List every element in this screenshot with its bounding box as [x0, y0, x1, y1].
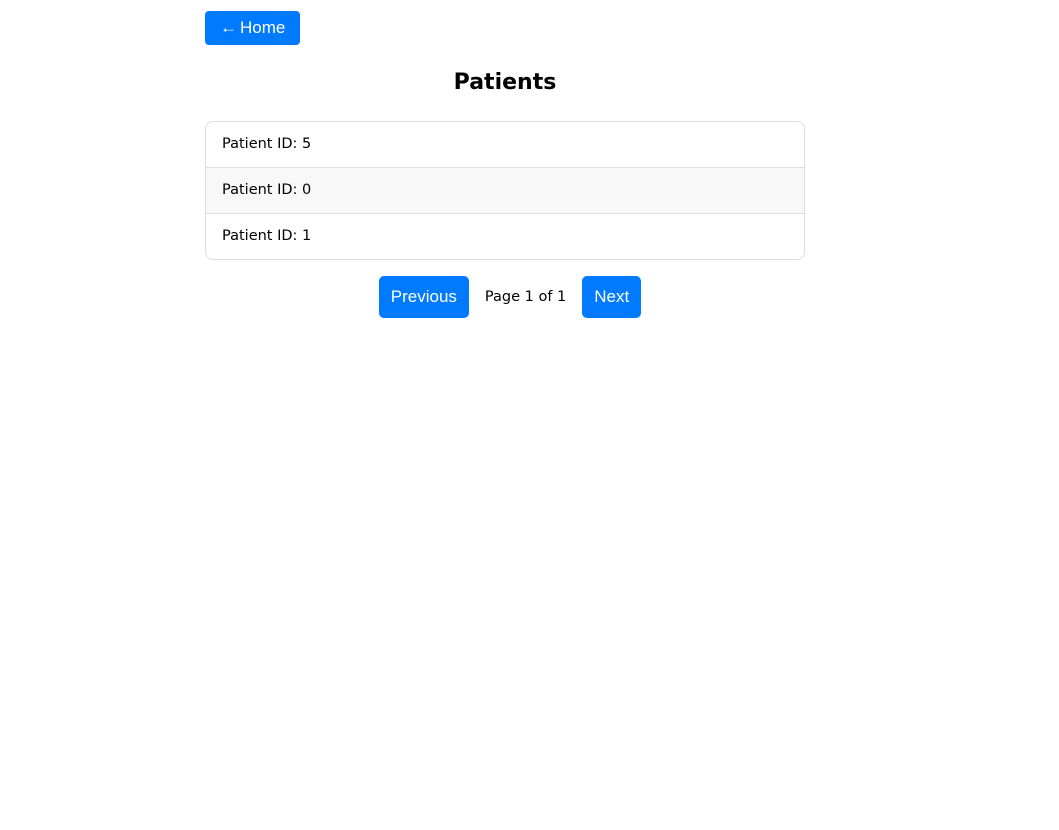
next-page-button[interactable]: Next	[582, 276, 642, 318]
previous-page-button[interactable]: Previous	[378, 276, 469, 318]
patient-list-item[interactable]: Patient ID: 1	[206, 213, 804, 259]
page-indicator: Page 1 of 1	[484, 289, 567, 305]
patient-list-item[interactable]: Patient ID: 0	[206, 167, 804, 213]
home-button-label: Home	[240, 18, 286, 37]
patient-list: Patient ID: 5 Patient ID: 0 Patient ID: …	[205, 121, 805, 260]
page-title: Patients	[453, 70, 557, 95]
pagination: Previous Page 1 of 1 Next	[205, 276, 805, 318]
patient-list-item[interactable]: Patient ID: 5	[206, 122, 804, 167]
home-button[interactable]: ← Home	[205, 11, 301, 45]
main-container: ← Home Patients Patient ID: 5 Patient ID…	[205, 11, 805, 318]
patients-page: ← Home Patients Patient ID: 5 Patient ID…	[0, 0, 1059, 830]
left-arrow-icon: ←	[220, 18, 237, 37]
